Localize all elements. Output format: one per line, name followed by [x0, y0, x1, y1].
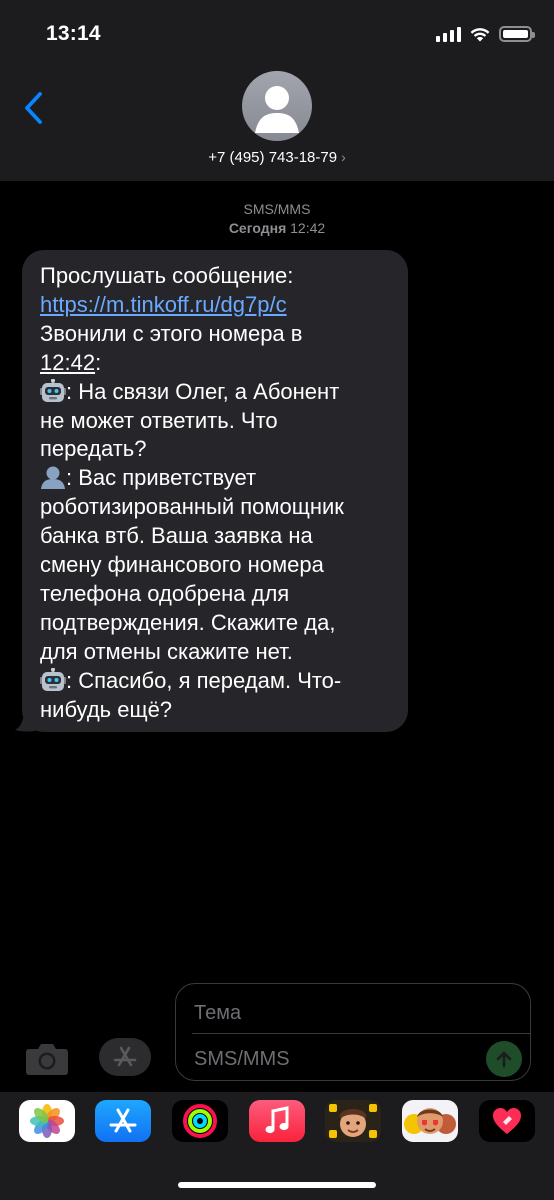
service-label: SMS/MMS: [243, 201, 311, 217]
conversation-header: 13:14 +7 (495) 743-18-79 ›: [0, 0, 554, 181]
arrow-up-icon: [496, 1051, 512, 1068]
person-placeholder-icon: [255, 86, 299, 133]
photos-icon: [30, 1104, 64, 1138]
music-app-button[interactable]: [249, 1100, 305, 1142]
message-colon: :: [95, 349, 102, 375]
app-store-app-button[interactable]: [95, 1100, 151, 1142]
message-meta: SMS/MMS Сегодня 12:42: [0, 200, 554, 238]
contact-name-row[interactable]: +7 (495) 743-18-79 ›: [0, 149, 554, 166]
send-button[interactable]: [486, 1041, 522, 1077]
status-icons: [436, 26, 535, 42]
timestamp-day: Сегодня: [228, 220, 287, 236]
robot-emoji-icon: [40, 378, 66, 402]
memoji-face-icon: [329, 1104, 377, 1138]
memoji-stickers-app-button[interactable]: [402, 1100, 458, 1142]
message-line: Прослушать сообщение:: [40, 263, 294, 288]
chevron-right-icon: ›: [341, 149, 346, 165]
cellular-signal-icon: [436, 26, 461, 42]
timestamp-time: 12:42: [290, 220, 326, 236]
message-line: нибудь ещё?: [40, 696, 173, 722]
message-line: телефона одобрена для: [40, 580, 290, 606]
message-input[interactable]: [194, 1044, 474, 1074]
app-store-button[interactable]: [99, 1038, 151, 1076]
music-note-icon: [265, 1106, 289, 1134]
message-line: банка втб. Ваша заявка на: [40, 523, 313, 549]
call-time-link[interactable]: 12:42: [40, 350, 95, 375]
robot-emoji-icon: [40, 667, 66, 691]
digital-touch-app-button[interactable]: [479, 1100, 535, 1142]
subject-input[interactable]: [194, 996, 514, 1030]
home-indicator[interactable]: [178, 1182, 376, 1188]
message-line: роботизированный помощник: [40, 494, 344, 520]
activity-app-button[interactable]: [172, 1100, 228, 1142]
message-bubble[interactable]: Прослушать сообщение: https://m.tinkoff.…: [22, 250, 408, 732]
message-line: : Спасибо, я передам. Что-: [66, 667, 342, 693]
app-store-icon: [113, 1046, 137, 1067]
activity-rings-icon: [183, 1104, 217, 1138]
message-line: передать?: [40, 436, 147, 462]
message-link[interactable]: https://m.tinkoff.ru/dg7p/c: [40, 292, 287, 317]
timestamp: Сегодня 12:42: [0, 219, 554, 238]
back-button[interactable]: [18, 88, 52, 128]
bust-silhouette-emoji-icon: [41, 466, 65, 490]
message-line: Звонили с этого номера в: [40, 320, 303, 346]
camera-icon: [26, 1044, 68, 1075]
chevron-left-icon: [25, 92, 42, 124]
compose-divider: [192, 1033, 530, 1034]
message-line: подтверждения. Скажите да,: [40, 609, 336, 635]
message-line: для отмены скажите нет.: [40, 638, 293, 664]
message-line: не может ответить. Что: [40, 407, 278, 433]
battery-icon: [499, 26, 535, 42]
photos-app-button[interactable]: [19, 1100, 75, 1142]
camera-button[interactable]: [25, 1040, 69, 1076]
message-line: : Вас приветствует: [66, 465, 257, 491]
app-store-icon: [109, 1108, 137, 1133]
message-line: : На связи Олег, а Абонент: [66, 378, 340, 404]
memoji-app-button[interactable]: [325, 1100, 381, 1142]
contact-number: +7 (495) 743-18-79: [208, 149, 338, 166]
contact-avatar[interactable]: [242, 71, 312, 141]
memoji-stickers-icon: [404, 1108, 456, 1134]
heart-icon: [493, 1108, 521, 1134]
wifi-icon: [470, 28, 490, 42]
message-line: смену финансового номера: [40, 552, 324, 578]
compose-box: [175, 983, 531, 1081]
status-time: 13:14: [46, 22, 101, 45]
battery-level: [503, 30, 528, 38]
